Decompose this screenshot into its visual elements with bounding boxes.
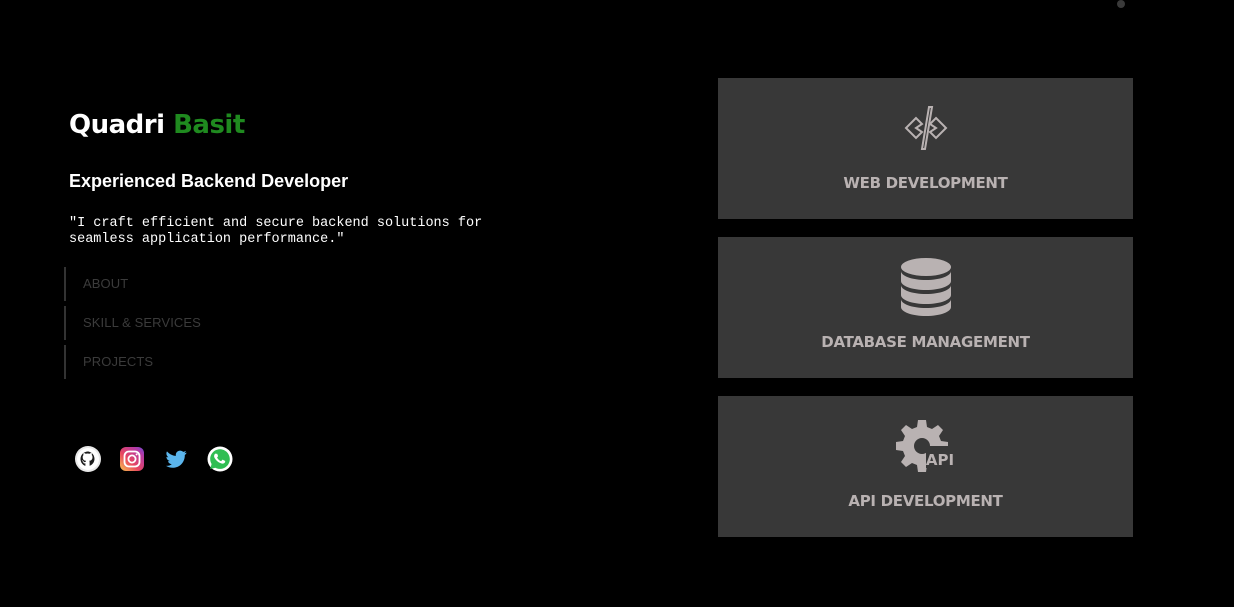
page-title: Quadri Basit	[69, 108, 245, 142]
tagline: Experienced Backend Developer	[69, 171, 349, 191]
service-title: DATABASE MANAGEMENT	[821, 333, 1030, 351]
nav-item-about[interactable]: ABOUT	[64, 267, 201, 301]
section-nav: ABOUT SKILL & SERVICES PROJECTS	[64, 267, 201, 379]
twitter-icon[interactable]	[163, 446, 189, 472]
whatsapp-icon[interactable]	[207, 446, 233, 472]
last-name: Basit	[173, 110, 245, 140]
service-card-api-development[interactable]: API API DEVELOPMENT	[718, 396, 1133, 537]
service-title: API DEVELOPMENT	[848, 492, 1003, 510]
portfolio-page: Quadri Basit Experienced Backend Develop…	[0, 0, 1234, 607]
service-card-database-management[interactable]: DATABASE MANAGEMENT	[718, 237, 1133, 378]
decorative-dot	[1117, 0, 1125, 8]
social-links	[75, 446, 233, 472]
service-card-web-development[interactable]: WEB DEVELOPMENT	[718, 78, 1133, 219]
instagram-icon[interactable]	[119, 446, 145, 472]
first-name: Quadri	[69, 110, 165, 140]
api-icon-text: API	[925, 451, 953, 469]
services-list: WEB DEVELOPMENT DATABASE MANAGEMENT API …	[718, 78, 1133, 537]
code-icon	[896, 98, 956, 158]
database-icon	[896, 257, 956, 317]
nav-item-skills-services[interactable]: SKILL & SERVICES	[64, 306, 201, 340]
intro-quote: "I craft efficient and secure backend so…	[69, 216, 483, 247]
api-gear-icon: API	[895, 416, 956, 476]
github-icon[interactable]	[75, 446, 101, 472]
nav-item-projects[interactable]: PROJECTS	[64, 345, 201, 379]
service-title: WEB DEVELOPMENT	[843, 174, 1008, 192]
